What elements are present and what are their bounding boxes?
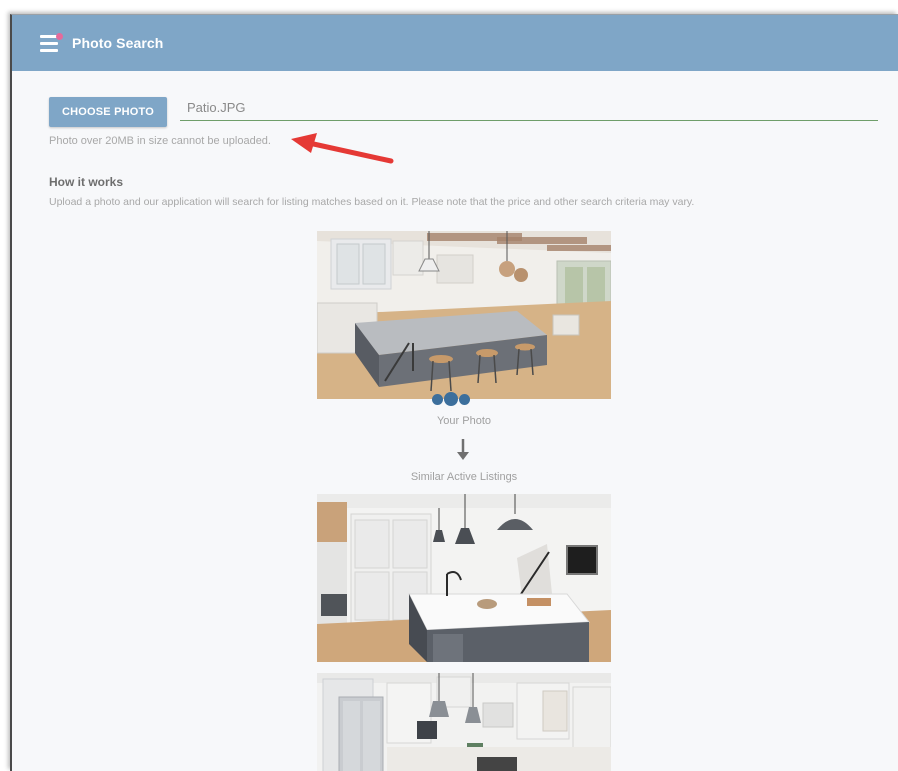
your-photo-image [317,231,611,399]
app-window: Photo Search CHOOSE PHOTO Photo over 20M… [10,14,898,771]
notification-dot [56,33,63,40]
how-it-works-title: How it works [49,175,124,189]
app-bar: Photo Search [12,15,898,71]
menu-icon[interactable] [40,31,64,55]
arrow-down-icon [457,439,469,460]
file-name-field[interactable] [180,95,878,121]
carousel-indicator[interactable] [432,391,470,407]
carousel-dot[interactable] [432,393,443,405]
page-title: Photo Search [72,35,164,51]
choose-photo-button[interactable]: CHOOSE PHOTO [49,97,167,127]
annotation-arrow-icon [291,133,394,164]
similar-listings-label: Similar Active Listings [410,471,518,483]
listing-photo-2[interactable] [317,673,611,771]
how-it-works-description: Upload a photo and our application will … [49,196,695,208]
carousel-dot[interactable] [459,393,470,405]
size-limit-note: Photo over 20MB in size cannot be upload… [49,135,271,147]
your-photo-label: Your Photo [436,415,492,427]
carousel-dot[interactable] [444,392,458,406]
listing-photo-1[interactable] [317,494,611,662]
